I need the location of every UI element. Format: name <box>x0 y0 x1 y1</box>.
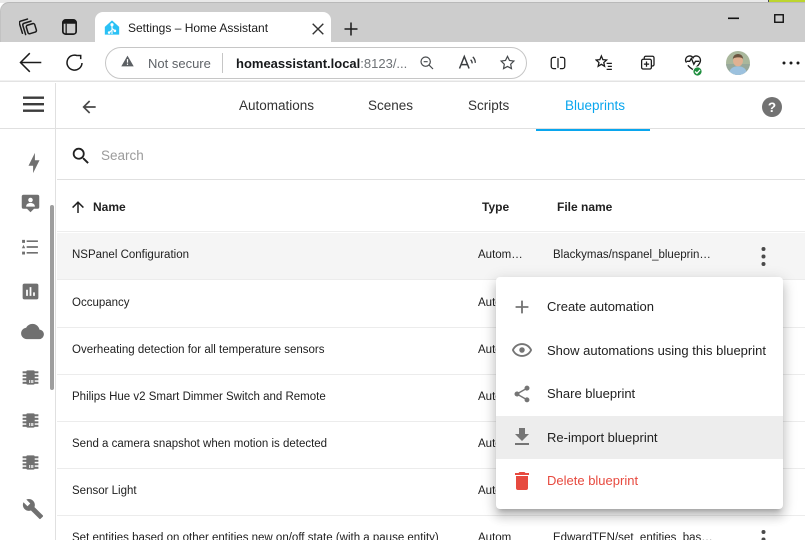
svg-text:?: ? <box>768 100 776 115</box>
